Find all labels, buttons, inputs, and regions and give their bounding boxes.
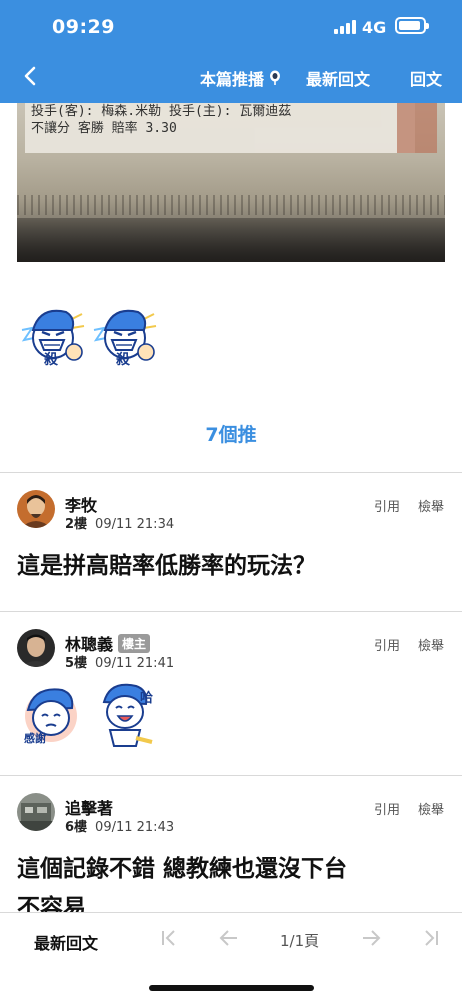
- sticker-2-label: 殺: [115, 351, 131, 368]
- comment-floor: 2樓: [65, 517, 88, 532]
- receipt-image: 投手(客): 梅森.米勒 投手(主): 瓦爾迪茲 不讓分 客勝 賠率 3.30: [25, 103, 415, 153]
- post-photo[interactable]: 投手(客): 梅森.米勒 投手(主): 瓦爾迪茲 不讓分 客勝 賠率 3.30: [17, 103, 445, 262]
- reply-button[interactable]: 回文: [410, 66, 442, 90]
- post-stickers: 殺 殺: [20, 300, 158, 370]
- latest-replies-link[interactable]: 最新回文: [306, 66, 370, 90]
- comment-time: 09/11 21:41: [95, 656, 175, 671]
- latest-replies-button[interactable]: 最新回文: [34, 930, 98, 954]
- receipt-line-2: 不讓分 客勝 賠率 3.30: [31, 121, 177, 136]
- back-button[interactable]: [14, 60, 46, 92]
- avatar[interactable]: [17, 490, 55, 528]
- report-button[interactable]: 檢舉: [418, 496, 444, 515]
- comment-item: 追擊著 6樓 09/11 21:43 引用 檢舉 這個記錄不錯 總教練也還沒下台 …: [0, 776, 462, 912]
- post-push-button[interactable]: 本篇推播: [200, 66, 281, 90]
- avatar-image: [17, 490, 55, 528]
- quote-button[interactable]: 引用: [374, 496, 400, 515]
- receipt-stamp: [397, 103, 437, 153]
- comment-time: 09/11 21:43: [95, 820, 175, 835]
- angry-sticker-icon: 殺: [93, 309, 157, 368]
- top-bar: 09:29 4G 本篇推播 最新回文 回文: [0, 0, 462, 103]
- comment-item: 林聰義 樓主 5樓 09/11 21:41 引用 檢舉 感謝 哈: [0, 612, 462, 775]
- comment-text-line-2: 不容易: [17, 895, 86, 912]
- op-badge: 樓主: [118, 633, 151, 653]
- quote-button[interactable]: 引用: [374, 635, 400, 654]
- page-indicator: 1/1頁: [280, 932, 320, 950]
- avatar[interactable]: [17, 793, 55, 831]
- next-page-icon[interactable]: [360, 927, 382, 949]
- sticker-1-label: 殺: [43, 351, 59, 368]
- sticker-laugh-label: 哈: [140, 690, 153, 706]
- comment-floor: 5樓: [65, 656, 88, 671]
- photo-shadow: [17, 218, 445, 262]
- network-type: 4G: [362, 18, 387, 37]
- comment-stickers: 感謝 哈: [18, 680, 158, 750]
- battery-icon: [395, 17, 429, 34]
- thanks-sticker-icon: 感謝: [24, 688, 77, 745]
- laugh-sticker-icon: 哈: [102, 683, 153, 747]
- push-count-button[interactable]: 7個推: [0, 420, 462, 447]
- avatar-image: [17, 793, 55, 831]
- sticker-thanks-label: 感謝: [24, 731, 46, 745]
- avatar-image: [17, 629, 55, 667]
- home-indicator[interactable]: [149, 985, 314, 991]
- post-push-label: 本篇推播: [200, 70, 265, 89]
- angry-sticker-icon: 殺: [21, 309, 85, 368]
- photo-texture: [17, 195, 445, 215]
- first-page-icon[interactable]: [158, 927, 180, 949]
- comment-meta: 2樓 09/11 21:34: [65, 513, 174, 532]
- comment-floor: 6樓: [65, 820, 88, 835]
- comment-time: 09/11 21:34: [95, 517, 175, 532]
- comment-item: 李牧 2樓 09/11 21:34 引用 檢舉 這是拼高賠率低勝率的玩法？: [0, 473, 462, 611]
- comment-text: 這是拼高賠率低勝率的玩法？: [17, 553, 316, 579]
- comment-meta: 5樓 09/11 21:41: [65, 652, 174, 671]
- chevron-left-icon: [24, 66, 36, 86]
- avatar[interactable]: [17, 629, 55, 667]
- status-time: 09:29: [52, 16, 115, 38]
- report-button[interactable]: 檢舉: [418, 635, 444, 654]
- quote-button[interactable]: 引用: [374, 799, 400, 818]
- comment-meta: 6樓 09/11 21:43: [65, 816, 174, 835]
- cellular-signal-icon: [334, 20, 356, 34]
- report-button[interactable]: 檢舉: [418, 799, 444, 818]
- comment-text-line-1: 這個記錄不錯 總教練也還沒下台: [17, 856, 348, 882]
- prev-page-icon[interactable]: [218, 927, 240, 949]
- last-page-icon[interactable]: [420, 927, 442, 949]
- battery-level: [399, 21, 420, 30]
- pin-icon: [270, 70, 281, 85]
